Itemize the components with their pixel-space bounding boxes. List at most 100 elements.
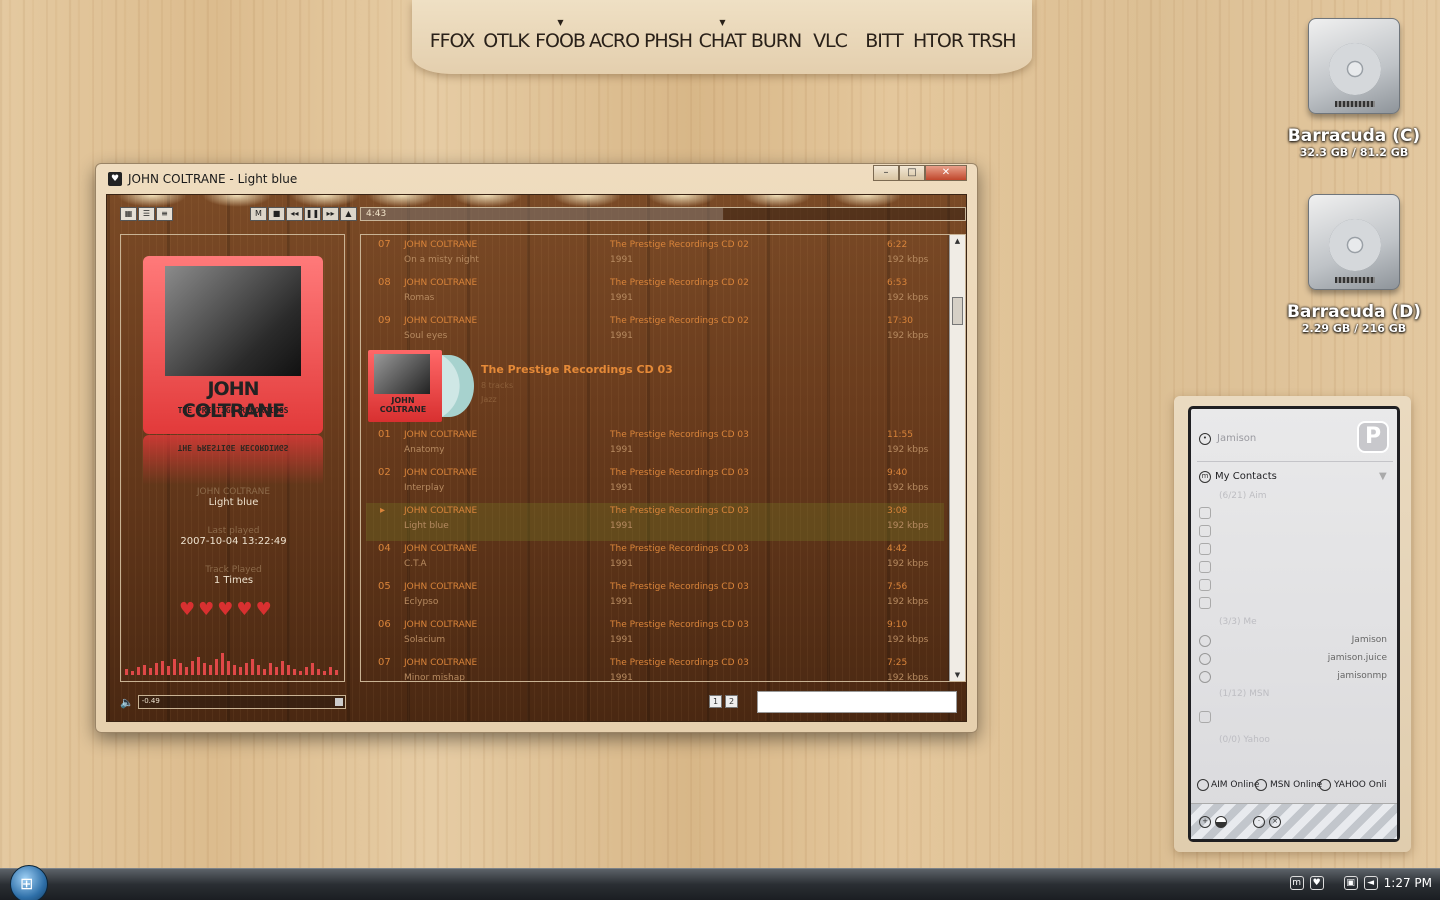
minimize-button[interactable]: – xyxy=(873,165,899,181)
view-list-icon[interactable]: ≡ xyxy=(156,207,173,221)
group-yahoo[interactable]: (0/0) Yahoo xyxy=(1219,735,1270,745)
foobar-tray-icon[interactable]: ♥ xyxy=(1309,876,1324,890)
volume-value: -0.49 xyxy=(141,697,160,705)
drive-c[interactable]: Barracuda (C) 32.3 GB / 81.2 GB xyxy=(1284,18,1424,159)
next-icon[interactable]: ▸▸ xyxy=(322,207,339,221)
add-buddy-icon[interactable]: + xyxy=(1199,816,1211,828)
contact-item[interactable]: Jamison xyxy=(1352,635,1387,645)
playlist-row[interactable]: 06 JOHN COLTRANE Solacium The Prestige Reco… xyxy=(366,617,944,655)
close-icon[interactable]: × xyxy=(1269,816,1281,828)
track-title: Romas xyxy=(404,293,435,303)
hard-drive-icon[interactable] xyxy=(1308,18,1400,114)
visualizer-bar xyxy=(311,663,314,675)
playlist-row[interactable]: 07 JOHN COLTRANE On a misty night The Prest… xyxy=(366,237,944,275)
rating-hearts[interactable]: ♥ ♥ ♥ ♥ ♥ xyxy=(179,599,272,620)
dock-item-phsh[interactable]: PHSH xyxy=(641,22,695,52)
dock-item-chat[interactable]: ▼ CHAT xyxy=(695,18,749,52)
scroll-thumb[interactable] xyxy=(952,297,963,325)
window-titlebar[interactable]: ♥ JOHN COLTRANE - Light blue xyxy=(108,172,297,186)
eject-icon[interactable]: ▲ xyxy=(340,207,357,221)
volume-icon[interactable]: ◄ xyxy=(1363,876,1378,890)
scroll-up-icon[interactable]: ▲ xyxy=(950,237,965,245)
track-duration: 4:42 xyxy=(887,544,908,554)
seek-bar[interactable]: 4:43 xyxy=(360,207,966,221)
previous-icon[interactable]: ◂◂ xyxy=(286,207,303,221)
dock-item-acro[interactable]: ACRO xyxy=(587,22,641,52)
page-1-button[interactable]: 1 xyxy=(709,695,722,708)
messenger-tray-icon[interactable]: m xyxy=(1289,876,1304,890)
contact-item[interactable]: jamisonmp xyxy=(1337,671,1387,681)
hard-drive-icon[interactable] xyxy=(1308,194,1400,290)
dock-item-bitt[interactable]: BITT xyxy=(857,22,911,52)
scroll-down-icon[interactable]: ▼ xyxy=(950,671,965,679)
visualizer-bar xyxy=(197,657,200,675)
group-aim[interactable]: (6/21) Aim xyxy=(1219,491,1267,501)
now-playing-info: JOHN COLTRANE Light blue xyxy=(121,487,346,508)
track-bitrate: 192 kbps xyxy=(887,483,929,493)
track-year: 1991 xyxy=(610,331,633,341)
running-indicator-icon: ▼ xyxy=(719,18,725,27)
visualizer-bar xyxy=(257,665,260,675)
dock-item-htor[interactable]: HTOR xyxy=(911,22,965,52)
collapse-icon[interactable]: ▼ xyxy=(1379,471,1387,482)
view-details-icon[interactable]: ☰ xyxy=(138,207,155,221)
app-dock: FFOX OTLK ▼ FOOB ACRO PHSH ▼ CHAT BURN VLC BITT HTO… xyxy=(412,0,1032,74)
dock-item-ffox[interactable]: FFOX xyxy=(425,22,479,52)
my-contacts-label[interactable]: My Contacts xyxy=(1215,471,1277,482)
album-group-header[interactable]: JOHN COLTRANE The Prestige Recordings CD… xyxy=(366,347,944,425)
contact-item[interactable]: jamison.juice xyxy=(1328,653,1387,663)
heart-icon[interactable]: ♥ xyxy=(198,599,214,620)
dock-item-foob[interactable]: ▼ FOOB xyxy=(533,18,587,52)
network-icon[interactable]: ▣ xyxy=(1343,876,1358,890)
status-toggle-icon[interactable] xyxy=(1215,816,1227,828)
visualizer-bar xyxy=(287,665,290,675)
track-number: 07 xyxy=(378,239,391,250)
search-input[interactable] xyxy=(757,691,957,713)
aim-buddy-icon xyxy=(1199,597,1211,609)
track-bitrate: 192 kbps xyxy=(887,559,929,569)
drive-d[interactable]: Barracuda (D) 2.29 GB / 216 GB xyxy=(1284,194,1424,335)
aim-status[interactable]: AIM Online xyxy=(1211,780,1259,790)
playlist-row[interactable]: 01 JOHN COLTRANE Anatomy The Prestige Recor… xyxy=(366,427,944,465)
yahoo-status[interactable]: YAHOO Online xyxy=(1334,780,1386,790)
volume-slider[interactable]: -0.49 xyxy=(137,695,346,709)
visualizer-bar xyxy=(245,663,248,675)
playlist-row[interactable]: JOHN COLTRANE Light blue The Prestige Reco… xyxy=(366,503,944,541)
playlist-row[interactable]: 05 JOHN COLTRANE Eclypso The Prestige Recor… xyxy=(366,579,944,617)
track-year: 1991 xyxy=(610,597,633,607)
stop-icon[interactable]: ■ xyxy=(268,207,285,221)
player-body: ▦ ☰ ≡ M ■ ◂◂ ❚❚ ▸▸ ▲ 4:43 JOHN COLTRANE … xyxy=(106,194,967,722)
playlist-row[interactable]: 07 JOHN COLTRANE Minor mishap The Prestige … xyxy=(366,655,944,681)
pause-icon[interactable]: ❚❚ xyxy=(304,207,321,221)
start-button[interactable]: ⊞ xyxy=(10,865,48,900)
heart-icon[interactable]: ♥ xyxy=(236,599,252,620)
playlist-row[interactable]: 09 JOHN COLTRANE Soul eyes The Prestige Rec… xyxy=(366,313,944,351)
preferences-icon[interactable]: · xyxy=(1253,816,1265,828)
heart-icon[interactable]: ♥ xyxy=(217,599,233,620)
playlist-row[interactable]: 02 JOHN COLTRANE Interplay The Prestige Rec… xyxy=(366,465,944,503)
view-grid-icon[interactable]: ▦ xyxy=(120,207,137,221)
now-playing-panel: JOHN COLTRANE THE PRESTIGE RECORDINGS TH… xyxy=(120,234,345,682)
status-icon[interactable]: • xyxy=(1199,433,1211,445)
heart-icon[interactable]: ♥ xyxy=(179,599,195,620)
clock[interactable]: 1:27 PM xyxy=(1384,876,1432,890)
dock-item-otlk[interactable]: OTLK xyxy=(479,22,533,52)
heart-icon[interactable]: ♥ xyxy=(256,599,272,620)
playlist-row[interactable]: 08 JOHN COLTRANE Romas The Prestige Recordi… xyxy=(366,275,944,313)
page-2-button[interactable]: 2 xyxy=(725,695,738,708)
dock-item-trsh[interactable]: TRSH xyxy=(965,22,1019,52)
menu-button[interactable]: M xyxy=(250,207,267,221)
playlist-row[interactable]: 04 JOHN COLTRANE C.T.A The Prestige Recordi… xyxy=(366,541,944,579)
maximize-button[interactable]: □ xyxy=(899,165,925,181)
playlist-scrollbar[interactable]: ▲ ▼ xyxy=(949,235,965,681)
speaker-icon[interactable]: 🔈 xyxy=(120,696,134,709)
visualizer-bar xyxy=(131,671,134,675)
volume-knob[interactable] xyxy=(334,698,343,706)
dock-item-vlc[interactable]: VLC xyxy=(803,22,857,52)
close-button[interactable]: ✕ xyxy=(925,165,967,181)
dock-item-burn[interactable]: BURN xyxy=(749,22,803,52)
group-me[interactable]: (3/3) Me xyxy=(1219,617,1257,627)
msn-status[interactable]: MSN Online xyxy=(1270,780,1322,790)
messenger-user[interactable]: Jamison xyxy=(1217,433,1256,444)
group-msn[interactable]: (1/12) MSN xyxy=(1219,689,1269,699)
